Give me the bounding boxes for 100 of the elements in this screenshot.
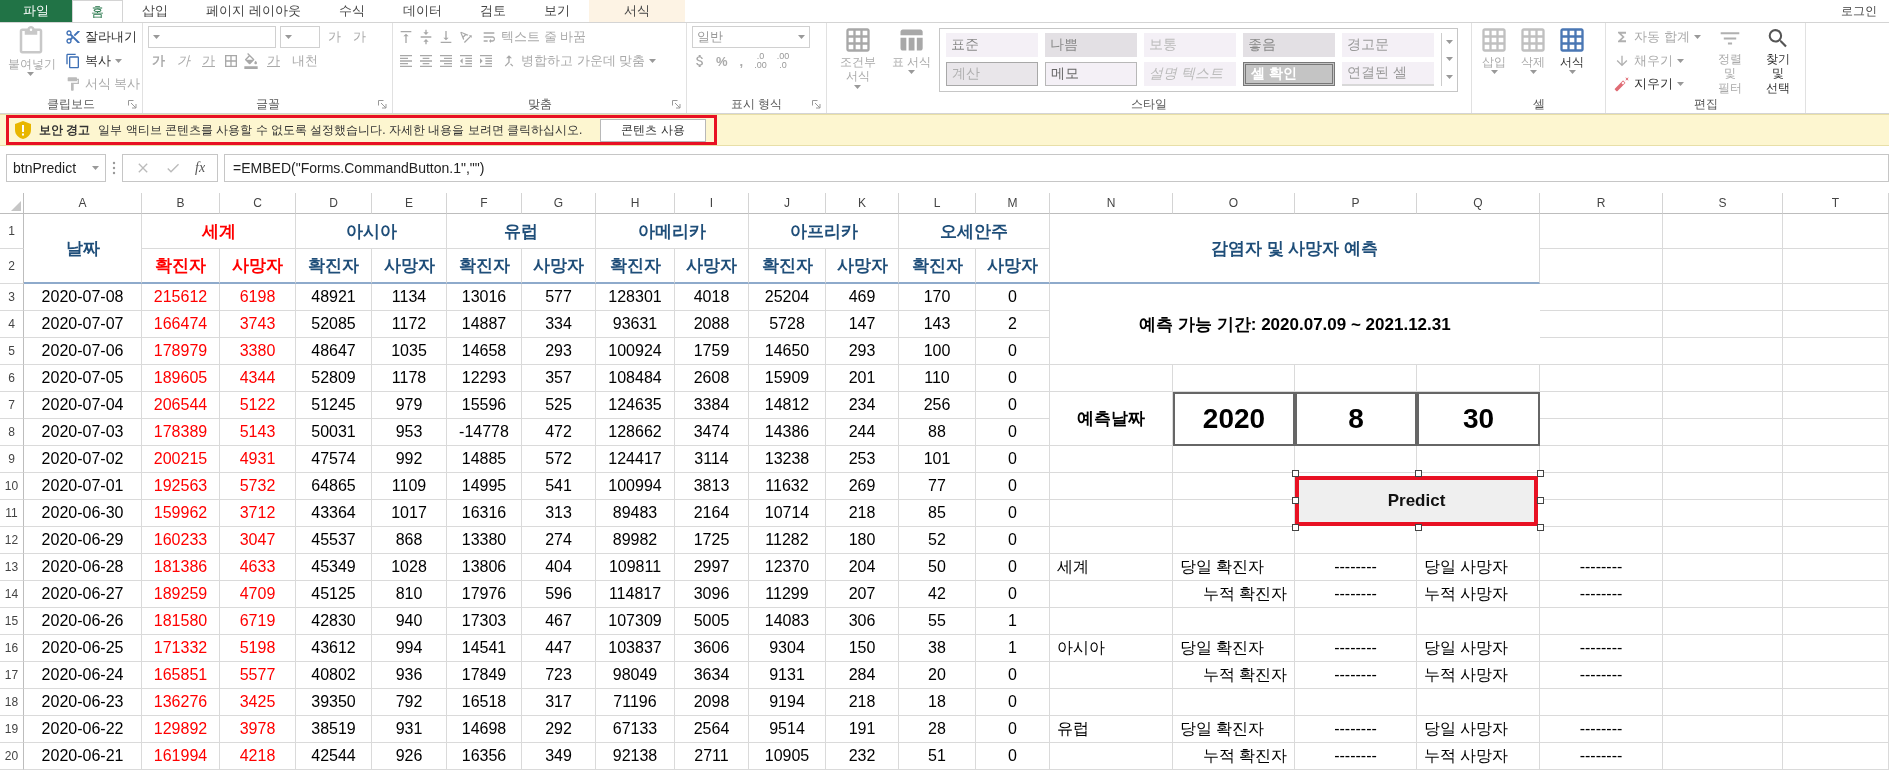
column-header[interactable]: M bbox=[976, 193, 1050, 214]
dialog-launcher-icon[interactable] bbox=[812, 99, 821, 109]
row-header[interactable]: 20 bbox=[0, 743, 24, 770]
column-header[interactable]: F bbox=[447, 193, 522, 214]
align-left-icon bbox=[398, 53, 414, 69]
enable-content-button[interactable]: 콘텐츠 사용 bbox=[600, 118, 706, 142]
copy-button[interactable]: 복사 bbox=[61, 49, 142, 72]
table-cell: 18 bbox=[899, 689, 976, 716]
row-header[interactable]: 4 bbox=[0, 311, 24, 338]
resize-handle[interactable] bbox=[1292, 524, 1299, 531]
table-cell: 사망자 bbox=[976, 249, 1050, 284]
table-cell: 6198 bbox=[220, 284, 296, 311]
sign-in-link[interactable]: 로그인 bbox=[1841, 2, 1889, 20]
resize-handle[interactable] bbox=[1292, 497, 1299, 504]
table-cell: 0 bbox=[976, 419, 1050, 446]
column-header[interactable]: B bbox=[142, 193, 220, 214]
resize-handle[interactable] bbox=[1537, 497, 1544, 504]
table-cell: 1109 bbox=[372, 473, 447, 500]
input-field[interactable]: 30 bbox=[1417, 392, 1540, 446]
row-header[interactable]: 16 bbox=[0, 635, 24, 662]
column-header[interactable]: O bbox=[1173, 193, 1295, 214]
input-field[interactable]: 8 bbox=[1295, 392, 1417, 446]
column-header[interactable]: G bbox=[522, 193, 596, 214]
cut-button[interactable]: 잘라내기 bbox=[61, 26, 142, 48]
column-header[interactable]: K bbox=[826, 193, 899, 214]
column-header[interactable]: A bbox=[24, 193, 142, 214]
table-cell: 317 bbox=[522, 689, 596, 716]
table-cell: 당일 사망자 bbox=[1417, 716, 1540, 743]
table-cell: 13238 bbox=[749, 446, 826, 473]
resize-handle[interactable] bbox=[1414, 470, 1422, 477]
row-header[interactable]: 10 bbox=[0, 473, 24, 500]
table-cell: 40802 bbox=[296, 662, 372, 689]
table-cell: 93631 bbox=[596, 311, 675, 338]
table-cell: 129892 bbox=[142, 716, 220, 743]
column-header[interactable]: P bbox=[1295, 193, 1417, 214]
select-all-corner[interactable] bbox=[0, 193, 24, 214]
predict-button[interactable]: Predict bbox=[1295, 476, 1538, 526]
column-header[interactable]: R bbox=[1540, 193, 1663, 214]
find-select-button[interactable]: 찾기 및 선택 bbox=[1756, 26, 1800, 95]
table-cell: 누적 확진자 bbox=[1173, 581, 1295, 608]
column-header[interactable]: L bbox=[899, 193, 976, 214]
font-size-select[interactable] bbox=[280, 26, 320, 48]
table-cell: 세계 bbox=[1050, 554, 1173, 581]
ribbon-tab[interactable]: 홈 bbox=[72, 0, 123, 22]
row-header[interactable]: 8 bbox=[0, 419, 24, 446]
column-header[interactable]: N bbox=[1050, 193, 1173, 214]
row-header[interactable]: 3 bbox=[0, 284, 24, 311]
column-header[interactable]: I bbox=[675, 193, 749, 214]
row-header[interactable]: 9 bbox=[0, 446, 24, 473]
column-header[interactable]: T bbox=[1783, 193, 1889, 214]
table-cell: 244 bbox=[826, 419, 899, 446]
ribbon-tab[interactable]: 검토 bbox=[460, 0, 525, 22]
column-header[interactable]: E bbox=[372, 193, 447, 214]
input-field[interactable]: 2020 bbox=[1173, 392, 1295, 446]
ribbon-tab[interactable]: 보기 bbox=[524, 0, 589, 22]
ribbon-tab[interactable]: 서식 bbox=[588, 0, 685, 22]
row-header[interactable]: 15 bbox=[0, 608, 24, 635]
ribbon-tab[interactable]: 페이지 레이아웃 bbox=[187, 0, 320, 22]
row-header[interactable]: 11 bbox=[0, 500, 24, 527]
name-box[interactable]: btnPredict bbox=[6, 154, 106, 182]
row-header[interactable]: 5 bbox=[0, 338, 24, 365]
column-header[interactable]: S bbox=[1663, 193, 1783, 214]
resize-handle[interactable] bbox=[1292, 470, 1299, 477]
table-cell: 아메리카 bbox=[596, 214, 749, 249]
table-cell: 3474 bbox=[675, 419, 749, 446]
caret-icon bbox=[1677, 82, 1684, 87]
row-header[interactable]: 1 bbox=[0, 214, 24, 249]
font-name-select[interactable] bbox=[148, 26, 276, 48]
column-header[interactable]: J bbox=[749, 193, 826, 214]
row-header[interactable]: 13 bbox=[0, 554, 24, 581]
row-header[interactable]: 7 bbox=[0, 392, 24, 419]
row-header[interactable]: 14 bbox=[0, 581, 24, 608]
row-header[interactable]: 19 bbox=[0, 716, 24, 743]
row-header[interactable]: 17 bbox=[0, 662, 24, 689]
cell-style[interactable]: 메모 bbox=[1044, 62, 1137, 86]
table-cell: 313 bbox=[522, 500, 596, 527]
ribbon-tab[interactable]: 데이터 bbox=[383, 0, 461, 22]
resize-handle[interactable] bbox=[1537, 470, 1544, 477]
column-header[interactable]: C bbox=[220, 193, 296, 214]
clear-button[interactable]: 지우기 bbox=[1611, 73, 1704, 95]
column-header[interactable]: H bbox=[596, 193, 675, 214]
dialog-launcher-icon[interactable] bbox=[378, 99, 387, 109]
row-header[interactable]: 2 bbox=[0, 249, 24, 284]
table-cell: 181580 bbox=[142, 608, 220, 635]
row-header[interactable]: 12 bbox=[0, 527, 24, 554]
row-header[interactable]: 6 bbox=[0, 365, 24, 392]
table-cell: 1028 bbox=[372, 554, 447, 581]
ribbon-tab[interactable]: 수식 bbox=[319, 0, 384, 22]
dialog-launcher-icon[interactable] bbox=[128, 99, 137, 109]
formula-field[interactable]: =EMBED("Forms.CommandButton.1","") bbox=[224, 154, 1889, 182]
format-cells-button[interactable]: 서식 bbox=[1555, 26, 1589, 95]
ribbon-tab[interactable]: 삽입 bbox=[123, 0, 187, 22]
resize-handle[interactable] bbox=[1537, 524, 1544, 531]
column-header[interactable]: Q bbox=[1417, 193, 1540, 214]
resize-handle[interactable] bbox=[1414, 524, 1422, 531]
column-header[interactable]: D bbox=[296, 193, 372, 214]
dialog-launcher-icon[interactable] bbox=[672, 99, 681, 109]
row-header[interactable]: 18 bbox=[0, 689, 24, 716]
ribbon-tab[interactable]: 파일 bbox=[0, 0, 72, 22]
insert-function-button[interactable]: fx bbox=[195, 160, 206, 176]
